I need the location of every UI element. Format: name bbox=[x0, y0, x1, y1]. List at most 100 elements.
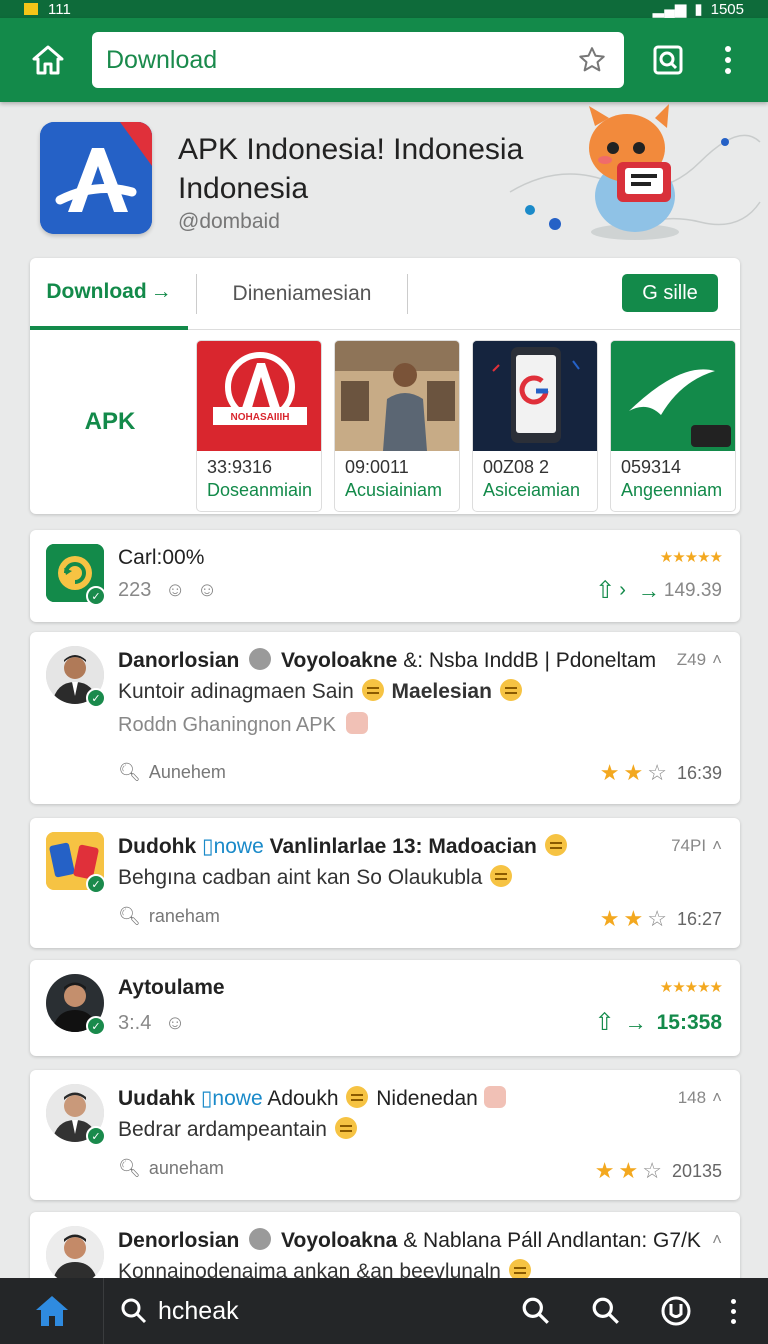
arrow-right-icon: → bbox=[624, 1009, 647, 1035]
author-name: Uudahk bbox=[118, 1087, 196, 1110]
star-icon: ★ bbox=[618, 1158, 639, 1183]
item-search[interactable]: 🔍︎ Aunehem bbox=[118, 762, 226, 783]
tile-number: 09:0011 bbox=[345, 457, 409, 477]
bottom-search-field[interactable]: hcheak bbox=[120, 1297, 508, 1326]
person-photo-icon bbox=[335, 341, 459, 451]
nav-home-button[interactable] bbox=[0, 1278, 104, 1344]
item-line-2: Kuntoir adinagmaen Sain Maelesian bbox=[118, 679, 524, 704]
author-name: Denorlosian bbox=[118, 1229, 240, 1252]
arrow-right-icon: → bbox=[150, 279, 172, 303]
chip-tag: ▯nowe bbox=[202, 835, 264, 858]
item-subtitle: 223 ☺ ☺ bbox=[118, 579, 217, 602]
app-icon[interactable] bbox=[40, 122, 152, 234]
bottom-search-text: hcheak bbox=[158, 1296, 239, 1325]
star-icon: ★ bbox=[594, 1158, 615, 1183]
chevron-up-icon[interactable]: ˄ bbox=[712, 650, 722, 670]
tile-card[interactable]: 00Z08 2 Asiceiamian bbox=[472, 340, 598, 512]
search-button[interactable] bbox=[508, 1283, 564, 1339]
overflow-menu-button[interactable] bbox=[708, 32, 748, 88]
search-input[interactable]: Download bbox=[92, 32, 624, 88]
time-text: 74PI bbox=[671, 836, 707, 855]
emoji-icon bbox=[346, 1086, 369, 1108]
item-time: 148 ˄ bbox=[678, 1088, 722, 1108]
app-header: APK Indonesia! Indonesia Indonesia @domb… bbox=[0, 102, 768, 258]
list-item[interactable]: ✓ Uudahk ▯nowe Adoukh Nidenedan 148 ˄ Be… bbox=[30, 1070, 740, 1200]
google-action-button[interactable]: G sille bbox=[622, 274, 718, 312]
bottom-navigation: hcheak bbox=[0, 1278, 768, 1344]
item-title: Denorlosian Voyoloakna & Nablana Páll An… bbox=[118, 1228, 701, 1253]
emoji-icon bbox=[345, 712, 368, 734]
search-icon bbox=[121, 1298, 147, 1324]
list-item[interactable]: ✓ Danorlosian Voyoloakne &: Nsba InddB |… bbox=[30, 632, 740, 804]
emoji-icon bbox=[499, 679, 522, 701]
tile-thumbnail bbox=[611, 341, 735, 451]
title-rest: & Nablana Páll Andlantan: G7/K bbox=[403, 1229, 701, 1252]
search-icon: 🔍︎ bbox=[118, 906, 141, 926]
search-icon: 🔍︎ bbox=[118, 1158, 141, 1178]
person-icon bbox=[46, 1226, 104, 1284]
author-name: Dudohk bbox=[118, 835, 197, 858]
search-icon bbox=[522, 1297, 549, 1324]
scan-button[interactable] bbox=[640, 32, 696, 88]
chevron-up-icon[interactable]: ˄ bbox=[712, 1088, 722, 1108]
item-search[interactable]: 🔍︎ auneham bbox=[118, 1158, 224, 1179]
tab-download[interactable]: Download → bbox=[30, 258, 188, 330]
tile-number: 059314 bbox=[621, 457, 682, 477]
bottom-overflow-menu[interactable] bbox=[718, 1283, 748, 1339]
app-title: APK Indonesia! Indonesia Indonesia bbox=[178, 133, 524, 205]
list-item[interactable]: ✓ Aytoulame 3:.4 ☺ ★★★★★ ⇧ → 15:358 bbox=[30, 960, 740, 1056]
tile-label: Asiceiamian bbox=[483, 480, 581, 500]
star-icon: ★ bbox=[623, 906, 644, 931]
tile-label: Angeenniam bbox=[621, 480, 723, 500]
tab-bar: Download → Dineniamesian G sille bbox=[30, 258, 740, 330]
tile-card[interactable]: NOHASAIIIH 33:9316 Doseanmiain bbox=[196, 340, 322, 512]
screenshot-tiles: NOHASAIIIH 33:9316 Doseanmiain 09:0011 A… bbox=[196, 340, 736, 512]
emoji-icon bbox=[334, 1117, 357, 1139]
emoji-icon bbox=[249, 1228, 272, 1250]
star-icon: ★ bbox=[599, 906, 620, 931]
verified-badge-icon: ✓ bbox=[86, 874, 106, 894]
item-title: Aytoulame bbox=[118, 976, 225, 999]
star-outline-icon: ☆ bbox=[647, 760, 667, 785]
home-button[interactable] bbox=[14, 30, 82, 90]
title-rest: Adoukh bbox=[267, 1087, 339, 1110]
bookmark-button[interactable] bbox=[574, 42, 610, 78]
tab-secondary[interactable]: Dineniamesian bbox=[205, 258, 399, 330]
line-text: Roddn Ghaningnon APK bbox=[118, 714, 336, 736]
account-button[interactable] bbox=[648, 1283, 704, 1339]
thumbs-up-icon: ⇧ bbox=[594, 1009, 615, 1036]
chevron-up-icon[interactable]: ˄ bbox=[712, 836, 722, 856]
item-search[interactable]: 🔍︎ raneham bbox=[118, 906, 220, 927]
status-left-text: 111 bbox=[48, 0, 71, 18]
rating-text: 16:27 bbox=[676, 908, 722, 929]
star-icon: ★ bbox=[623, 760, 644, 785]
item-title: Carl:00% bbox=[118, 546, 205, 569]
list-item[interactable]: ✓ Dudohk ▯nowe Vanlinlarlae 13: Madoacia… bbox=[30, 818, 740, 948]
rating-text: 16:39 bbox=[676, 762, 722, 783]
tile-card[interactable]: 09:0011 Acusiainiam bbox=[334, 340, 460, 512]
emoji-icon bbox=[361, 679, 384, 701]
item-time: ˄ bbox=[712, 1230, 722, 1250]
account-circle-icon bbox=[661, 1296, 691, 1326]
chevron-up-icon[interactable]: ˄ bbox=[712, 1230, 722, 1250]
search-alt-button[interactable] bbox=[578, 1283, 634, 1339]
list-item[interactable]: ✓ Carl:00% 223 ☺ ☺ ★★★★★ ⇧ › → 149.39 bbox=[30, 530, 740, 622]
item-line-2: Behgına cadban aint kan So Olaukubla bbox=[118, 865, 514, 890]
app-logo-icon bbox=[40, 122, 152, 234]
tile-label: Acusiainiam bbox=[345, 480, 443, 500]
title-bold: Voyoloakne bbox=[281, 649, 398, 672]
arrow-right-icon: → bbox=[637, 577, 660, 603]
tile-thumb-text: NOHASAIIIH bbox=[230, 412, 290, 423]
search-text: raneham bbox=[148, 906, 220, 926]
app-developer: @dombaid bbox=[178, 210, 280, 233]
author-name: Danorlosian bbox=[118, 649, 240, 672]
item-rating: ★ ★ ☆ 16:39 bbox=[600, 760, 722, 786]
item-rating: ★ ★ ☆ 20135 bbox=[595, 1158, 722, 1184]
line-text: Behgına cadban aint kan So Olaukubla bbox=[118, 866, 483, 889]
item-title: Uudahk ▯nowe Adoukh Nidenedan bbox=[118, 1086, 506, 1111]
download-tabs-card: Download → Dineniamesian G sille APK NOH… bbox=[30, 258, 740, 514]
item-line-3: Roddn Ghaningnon APK bbox=[118, 712, 368, 737]
item-time: 74PI ˄ bbox=[671, 836, 722, 856]
tile-thumbnail: NOHASAIIIH bbox=[197, 341, 321, 451]
tile-card[interactable]: 059314 Angeenniam bbox=[610, 340, 736, 512]
